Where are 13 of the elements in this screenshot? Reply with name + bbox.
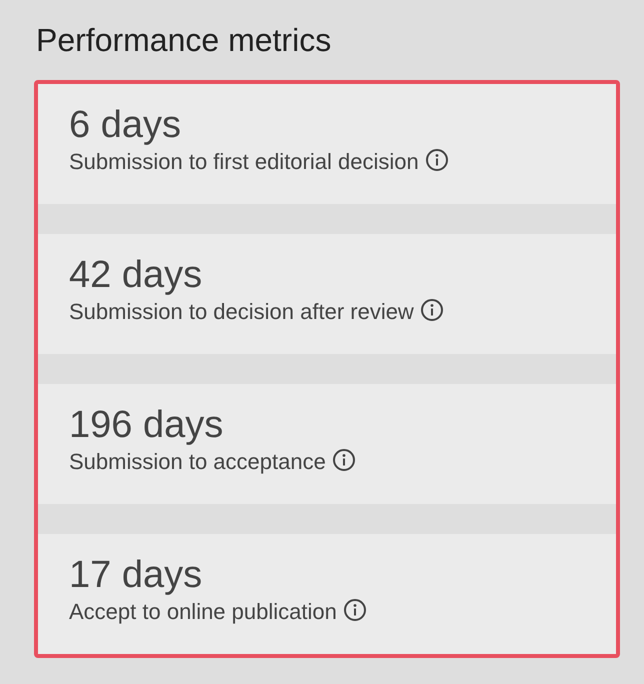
metric-label: Submission to first editorial decision [69,148,419,176]
metric-label: Submission to acceptance [69,448,326,476]
info-icon[interactable] [420,298,444,322]
metric-label: Accept to online publication [69,598,337,626]
metric-value: 17 days [69,554,202,596]
info-icon[interactable] [342,598,367,622]
info-icon[interactable] [332,448,356,472]
section-title: Performance metrics [36,21,332,60]
info-icon[interactable] [424,148,449,172]
metric-value: 196 days [69,404,224,446]
metric-value: 6 days [69,104,181,146]
metric-label: Submission to decision after review [69,298,414,326]
metric-value: 42 days [69,254,202,296]
